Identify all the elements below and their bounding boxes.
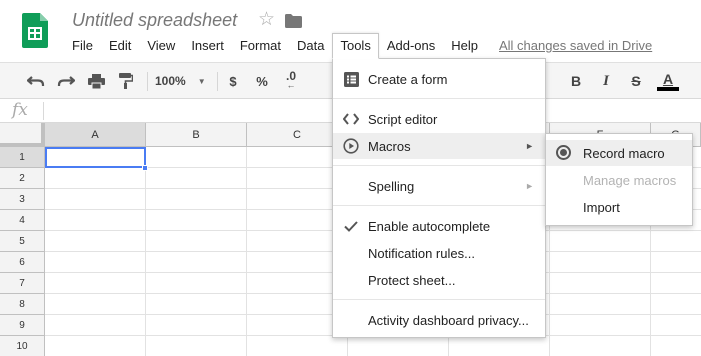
submenu-arrow-icon: ►	[525, 181, 534, 191]
submenu-item-manage-macros: Manage macros	[546, 167, 692, 193]
document-title[interactable]: Untitled spreadsheet	[72, 10, 237, 31]
form-icon	[342, 70, 360, 88]
row-header-4[interactable]: 4	[0, 210, 45, 231]
row-header-3[interactable]: 3	[0, 189, 45, 210]
menu-file[interactable]: File	[64, 33, 101, 59]
menu-item-protect-sheet[interactable]: Protect sheet...	[333, 267, 545, 293]
submenu-item-record-macro[interactable]: Record macro	[546, 140, 692, 166]
menu-item-label: Spelling	[368, 178, 415, 194]
active-cell-a1[interactable]	[45, 147, 146, 168]
menu-item-label: Macros	[368, 138, 411, 154]
radio-record-icon	[556, 145, 571, 160]
bold-button[interactable]: B	[566, 71, 586, 91]
menu-item-script-editor[interactable]: Script editor	[333, 106, 545, 132]
zoom-chevron-down-icon: ▼	[197, 76, 206, 86]
macros-submenu: Record macro Manage macros Import	[545, 133, 693, 226]
row-header-10[interactable]: 10	[0, 336, 45, 356]
menu-help[interactable]: Help	[443, 33, 486, 59]
column-header-b[interactable]: B	[146, 123, 247, 147]
fill-handle[interactable]	[142, 165, 148, 171]
menu-add-ons[interactable]: Add-ons	[379, 33, 443, 59]
menu-item-label: Notification rules...	[368, 245, 475, 261]
checkmark-icon	[342, 217, 360, 235]
column-header-a[interactable]: A	[45, 123, 146, 147]
paint-format-icon[interactable]	[116, 71, 136, 91]
text-color-label: A	[662, 70, 674, 87]
menu-insert[interactable]: Insert	[183, 33, 232, 59]
menu-item-label: Script editor	[368, 111, 438, 127]
menu-data[interactable]: Data	[289, 33, 332, 59]
select-all-corner[interactable]	[0, 123, 45, 147]
menu-item-label: Activity dashboard privacy...	[368, 312, 529, 328]
redo-icon[interactable]	[56, 71, 76, 91]
menu-item-activity-dashboard-privacy[interactable]: Activity dashboard privacy...	[333, 307, 545, 333]
menu-format[interactable]: Format	[232, 33, 289, 59]
submenu-item-label: Manage macros	[583, 172, 677, 188]
menu-edit[interactable]: Edit	[101, 33, 139, 59]
play-circle-icon	[342, 137, 360, 155]
menu-bar: File Edit View Insert Format Data Tools …	[64, 33, 486, 59]
save-status-link[interactable]: All changes saved in Drive	[499, 38, 652, 53]
percent-format-button[interactable]: %	[252, 71, 272, 91]
row-header-9[interactable]: 9	[0, 315, 45, 336]
menu-view[interactable]: View	[139, 33, 183, 59]
menu-tools[interactable]: Tools	[332, 33, 379, 59]
row-header-2[interactable]: 2	[0, 168, 45, 189]
text-color-swatch	[657, 86, 679, 91]
menu-item-create-a-form[interactable]: Create a form	[333, 66, 545, 92]
row-header-5[interactable]: 5	[0, 231, 45, 252]
decrease-decimal-button[interactable]: .0 ←	[280, 70, 302, 91]
zoom-value: 100%	[155, 74, 186, 88]
menu-item-enable-autocomplete[interactable]: Enable autocomplete	[333, 213, 545, 239]
fx-icon: fx	[12, 100, 28, 120]
row-header-8[interactable]: 8	[0, 294, 45, 315]
menu-item-label: Protect sheet...	[368, 272, 456, 288]
tools-dropdown-menu: Create a form Script editor Macros ► Spe…	[332, 58, 546, 338]
zoom-select[interactable]: 100% ▼	[155, 71, 211, 91]
menu-item-macros[interactable]: Macros ►	[333, 133, 545, 159]
italic-button[interactable]: I	[596, 71, 616, 91]
star-outline-icon[interactable]: ☆	[258, 10, 275, 29]
menu-item-notification-rules[interactable]: Notification rules...	[333, 240, 545, 266]
submenu-item-label: Import	[583, 199, 620, 215]
formula-input[interactable]	[50, 103, 320, 119]
row-header-7[interactable]: 7	[0, 273, 45, 294]
undo-icon[interactable]	[26, 71, 46, 91]
submenu-item-import[interactable]: Import	[546, 194, 692, 220]
row-header-1[interactable]: 1	[0, 147, 45, 168]
menu-item-spelling[interactable]: Spelling ►	[333, 173, 545, 199]
currency-format-button[interactable]: $	[223, 71, 243, 91]
sheets-logo-icon[interactable]	[22, 13, 48, 48]
code-icon	[342, 110, 360, 128]
strikethrough-button[interactable]: S	[626, 71, 646, 91]
submenu-arrow-icon: ►	[525, 141, 534, 151]
row-header-6[interactable]: 6	[0, 252, 45, 273]
menu-item-label: Create a form	[368, 71, 448, 87]
print-icon[interactable]	[86, 71, 106, 91]
text-color-button[interactable]: A	[656, 71, 680, 91]
submenu-item-label: Record macro	[583, 145, 665, 161]
folder-icon[interactable]	[285, 14, 302, 31]
decrease-decimal-arrow-icon: ←	[286, 80, 296, 90]
menu-item-label: Enable autocomplete	[368, 218, 491, 234]
